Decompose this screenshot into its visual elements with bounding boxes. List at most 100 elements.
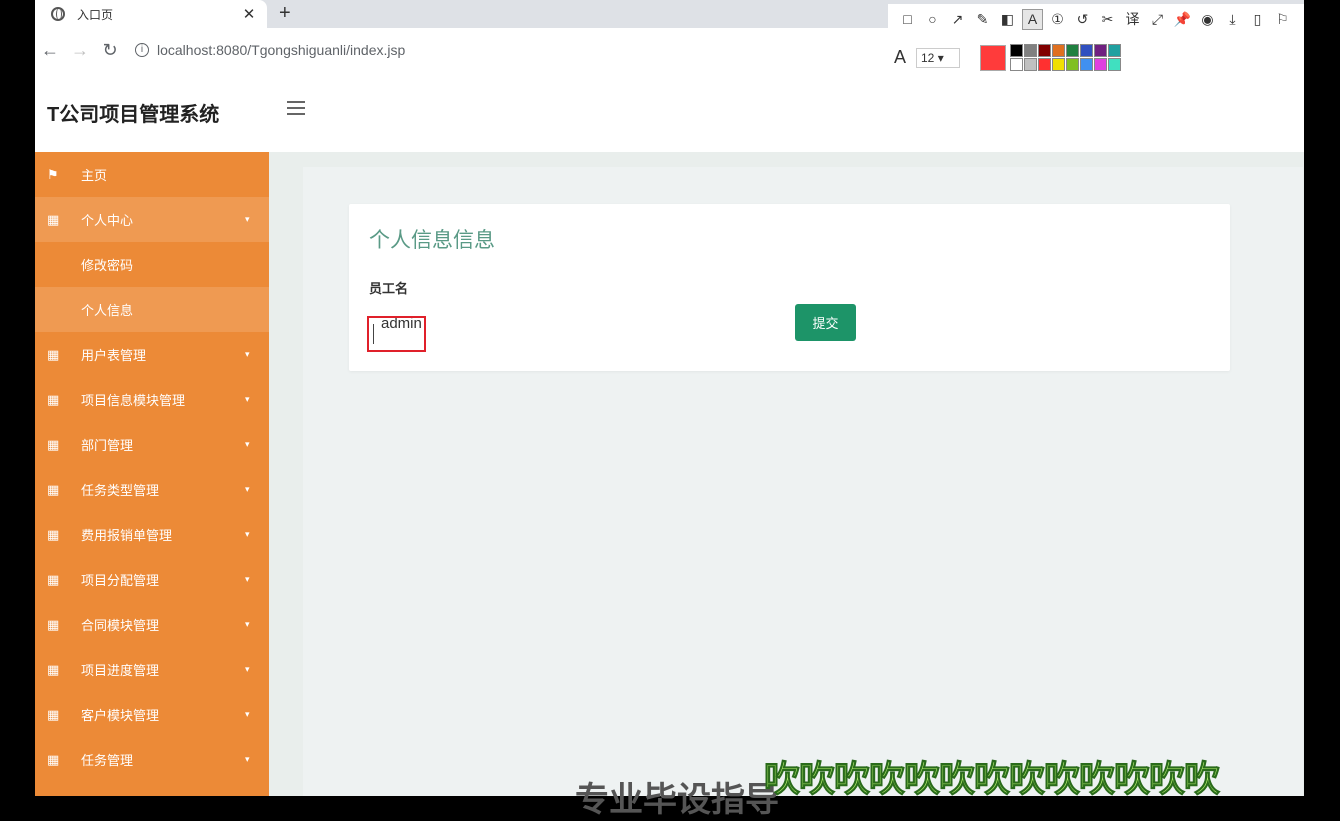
profile-card: 个人信息信息 员工名 提交 (349, 204, 1230, 371)
chevron-down-icon: ▾ (245, 664, 250, 674)
mosaic-icon[interactable]: ◧ (998, 10, 1017, 29)
grid-icon: ▦ (47, 616, 60, 632)
chevron-down-icon: ▾ (245, 754, 250, 764)
pencil-icon[interactable]: ✎ (973, 10, 992, 29)
sidebar-item[interactable]: ▦ 客户模块管理 ▾ (35, 692, 269, 737)
color-swatch[interactable] (1080, 44, 1093, 57)
sidebar-item[interactable]: ▦ 用户表管理 ▾ (35, 332, 269, 377)
back-button[interactable]: ← (35, 40, 65, 61)
color-swatch[interactable] (1024, 44, 1037, 57)
grid-icon: ▦ (47, 706, 60, 722)
color-swatch[interactable] (1066, 44, 1079, 57)
sidebar-item[interactable]: ▦ 项目分配管理 ▾ (35, 557, 269, 602)
color-palette (1010, 44, 1121, 71)
menu-toggle-icon[interactable] (287, 101, 305, 119)
grid-icon: ▦ (47, 436, 60, 452)
annotation-toolbar: □ ○ ↗ ✎ ◧ A ① ↺ ✂ 译 ⤢ 📌 ◉ ⤓ ▯ ⚐ A 12 ▾ (888, 4, 1304, 72)
annotation-text-box[interactable] (367, 316, 426, 352)
color-swatch[interactable] (1052, 44, 1065, 57)
color-swatch[interactable] (1010, 58, 1023, 71)
submit-button[interactable]: 提交 (795, 304, 856, 341)
chevron-down-icon: ▾ (245, 529, 250, 539)
tab-title: 入口页 (77, 7, 114, 22)
chevron-down-icon: ▾ (245, 394, 250, 404)
app-header: T公司项目管理系统 (35, 72, 1304, 152)
color-swatch[interactable] (1038, 58, 1051, 71)
copy-icon[interactable]: ▯ (1248, 10, 1267, 29)
url-text: localhost:8080/Tgongshiguanli/index.jsp (157, 42, 406, 58)
sidebar-item-label: 任务类型管理 (81, 483, 160, 498)
sidebar-subitem[interactable]: 修改密码 (35, 242, 269, 287)
grid-icon: ▦ (47, 661, 60, 677)
sidebar-item-label: 主页 (81, 168, 108, 183)
flag-icon: ⚑ (47, 166, 59, 182)
record-icon[interactable]: ◉ (1198, 10, 1217, 29)
color-swatch[interactable] (1094, 44, 1107, 57)
sidebar-item[interactable]: ▦ 合同模块管理 ▾ (35, 602, 269, 647)
color-swatch[interactable] (1010, 44, 1023, 57)
new-tab-button[interactable]: + (279, 2, 291, 25)
sidebar-item-label: 修改密码 (81, 258, 134, 273)
chevron-down-icon: ▾ (245, 484, 250, 494)
current-color-swatch[interactable] (980, 44, 1006, 71)
color-swatch[interactable] (1038, 44, 1051, 57)
sidebar-item[interactable]: ⚑ 主页 (35, 152, 269, 197)
bookmark-icon[interactable]: ⚐ (1273, 10, 1292, 29)
screen: 入口页 ✕ + ← → ↻ i localhost:8080/Tgongshig… (0, 0, 1340, 819)
sidebar-item[interactable]: ▦ 项目信息模块管理 ▾ (35, 377, 269, 422)
font-size-select[interactable]: 12 ▾ (916, 47, 960, 68)
grid-icon: ▦ (47, 571, 60, 587)
color-swatch[interactable] (1108, 58, 1121, 71)
color-swatch[interactable] (1024, 58, 1037, 71)
pin-icon[interactable]: 📌 (1173, 10, 1192, 29)
sidebar-subitem[interactable]: 个人信息 (35, 287, 269, 332)
square-icon[interactable]: □ (898, 10, 917, 29)
forward-button[interactable]: → (65, 40, 95, 61)
browser-tab[interactable]: 入口页 ✕ (35, 0, 267, 28)
arrow-icon[interactable]: ↗ (948, 10, 967, 29)
sidebar-item-label: 用户表管理 (81, 348, 147, 363)
color-swatch[interactable] (1094, 58, 1107, 71)
grid-icon: ▦ (47, 391, 60, 407)
chevron-down-icon: ▾ (245, 439, 250, 449)
chevron-down-icon: ▾ (245, 709, 250, 719)
sidebar-item-label: 部门管理 (81, 438, 134, 453)
employee-name-input[interactable] (369, 304, 789, 342)
grid-icon: ▦ (47, 346, 60, 362)
font-icon: A (894, 47, 907, 67)
reload-button[interactable]: ↻ (95, 40, 125, 61)
sidebar-item[interactable]: ▦ 费用报销单管理 ▾ (35, 512, 269, 557)
translate-icon[interactable]: 译 (1123, 10, 1142, 29)
sidebar-item[interactable]: ▦ 个人中心 ▾ (35, 197, 269, 242)
download-icon[interactable]: ⤓ (1223, 10, 1242, 29)
sidebar-item[interactable]: ▦ 任务类型管理 ▾ (35, 467, 269, 512)
employee-name-label: 员工名 (369, 281, 409, 296)
undo-icon[interactable]: ↺ (1073, 10, 1092, 29)
fullscreen-icon[interactable]: ⤢ (1148, 10, 1167, 29)
color-swatch[interactable] (1052, 58, 1065, 71)
sidebar-item[interactable]: ▦ 任务管理 ▾ (35, 737, 269, 782)
color-swatch[interactable] (1108, 44, 1121, 57)
app: T公司项目管理系统 ⚑ 主页 ▦ 个人中心 ▾ 修改密码 个人信息 ▦ 用户表管理 ▾ ▦ 项目信息模… (35, 72, 1304, 796)
circle-icon[interactable]: ○ (923, 10, 942, 29)
chevron-down-icon: ▾ (245, 214, 250, 224)
grid-icon: ▦ (47, 481, 60, 497)
sidebar-item-label: 客户模块管理 (81, 708, 160, 723)
sidebar-item-label: 个人中心 (81, 213, 134, 228)
color-swatch[interactable] (1080, 58, 1093, 71)
number-icon[interactable]: ① (1048, 10, 1067, 29)
tab-close-button[interactable]: ✕ (239, 5, 259, 23)
sidebar-item[interactable]: ▦ 项目进度管理 ▾ (35, 647, 269, 692)
card-title: 个人信息信息 (369, 229, 495, 252)
scissors-icon[interactable]: ✂ (1098, 10, 1117, 29)
annotation-style-row: A 12 ▾ (894, 44, 1121, 71)
text-icon[interactable]: A (1022, 9, 1043, 30)
annotation-tools: □ ○ ↗ ✎ ◧ A ① ↺ ✂ 译 ⤢ 📌 ◉ ⤓ ▯ ⚐ (898, 9, 1292, 30)
info-icon[interactable]: i (135, 43, 149, 57)
text-cursor (373, 324, 374, 344)
chevron-down-icon: ▾ (245, 349, 250, 359)
color-swatch[interactable] (1066, 58, 1079, 71)
address-bar[interactable]: i localhost:8080/Tgongshiguanli/index.js… (135, 42, 405, 58)
bottom-caption: 专业毕设指导 (575, 781, 779, 819)
sidebar-item[interactable]: ▦ 部门管理 ▾ (35, 422, 269, 467)
